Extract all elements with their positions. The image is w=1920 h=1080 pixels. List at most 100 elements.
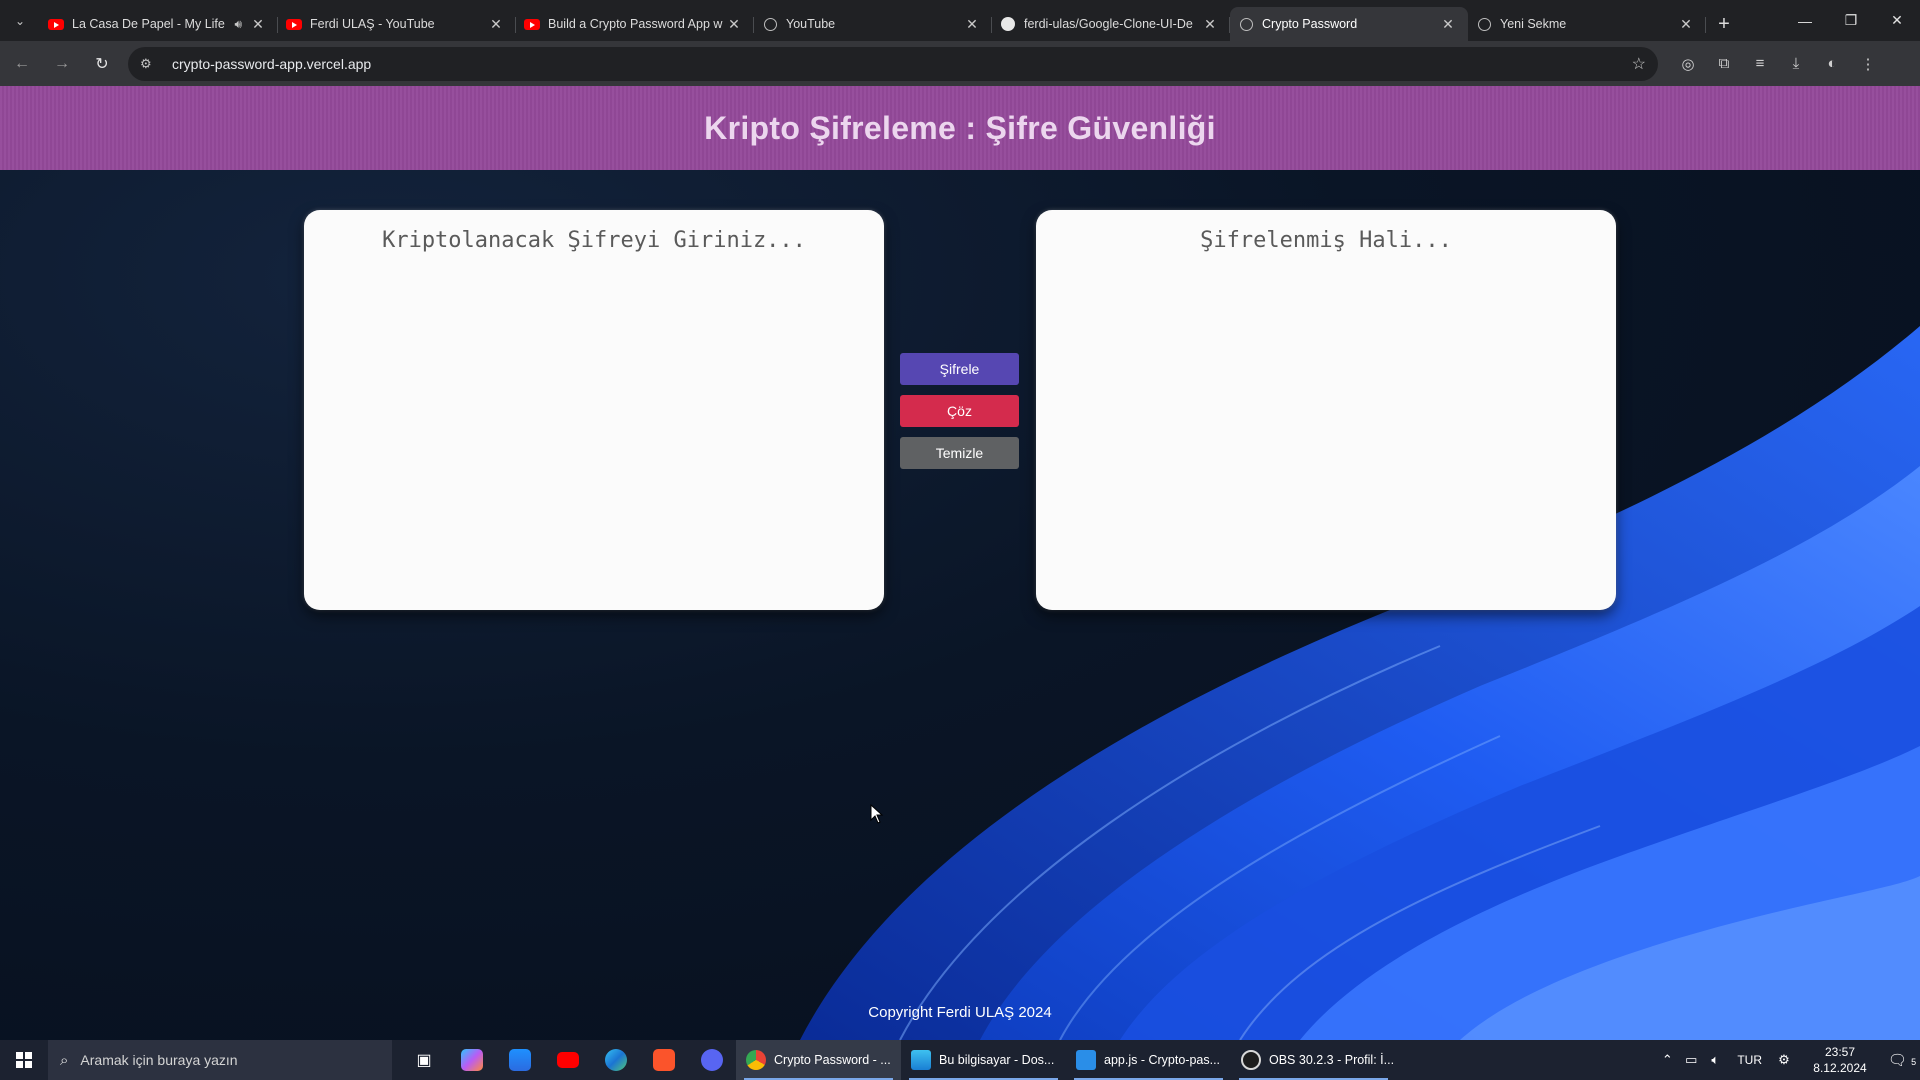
- bookmark-star-icon[interactable]: ☆: [1632, 54, 1646, 74]
- globe-icon: [762, 16, 778, 32]
- task-label: Bu bilgisayar - Dos...: [939, 1053, 1055, 1067]
- close-icon[interactable]: ✕: [964, 16, 980, 32]
- windows-logo-icon: [16, 1052, 32, 1068]
- tab-ferdi-ulas-youtube[interactable]: Ferdi ULAŞ - YouTube ✕: [278, 7, 516, 41]
- github-icon: [1000, 16, 1016, 32]
- tab-search-button[interactable]: ⌄: [0, 0, 40, 41]
- settings-gear-icon[interactable]: ⚙︎: [1772, 1052, 1796, 1068]
- close-icon[interactable]: ✕: [726, 16, 742, 32]
- brave-button[interactable]: [640, 1040, 688, 1080]
- profile-icon[interactable]: ◐: [1814, 46, 1850, 82]
- back-button[interactable]: ←: [4, 46, 40, 82]
- tab-title: Yeni Sekme: [1500, 17, 1567, 31]
- search-icon: ⌕: [60, 1051, 69, 1069]
- task-view-button[interactable]: ▣: [400, 1040, 448, 1080]
- output-card: [1036, 210, 1616, 610]
- youtube-icon: [48, 16, 64, 32]
- discord-icon: [701, 1049, 723, 1071]
- task-label: Crypto Password - ...: [774, 1053, 891, 1067]
- globe-icon: [1238, 16, 1254, 32]
- start-button[interactable]: [0, 1040, 48, 1080]
- file-explorer-icon: [911, 1050, 931, 1070]
- close-icon[interactable]: ✕: [488, 16, 504, 32]
- mouse-cursor-icon: [870, 804, 884, 824]
- media-control-icon[interactable]: ≡: [1742, 46, 1778, 82]
- tab-title: Ferdi ULAŞ - YouTube: [310, 17, 435, 31]
- new-tab-button[interactable]: +: [1706, 7, 1742, 41]
- close-icon[interactable]: ✕: [1202, 16, 1218, 32]
- taskbar-obs[interactable]: OBS 30.2.3 - Profil: İ...: [1231, 1040, 1396, 1080]
- task-label: app.js - Crypto-pas...: [1104, 1053, 1221, 1067]
- task-label: OBS 30.2.3 - Profil: İ...: [1269, 1053, 1395, 1067]
- address-bar[interactable]: ⚙︎ crypto-password-app.vercel.app ☆: [128, 46, 1658, 81]
- tab-title: La Casa De Papel - My Life: [72, 17, 225, 31]
- plus-icon: +: [1718, 12, 1730, 35]
- encrypted-output[interactable]: [1036, 210, 1616, 610]
- chrome-icon: [746, 1050, 766, 1070]
- page-header: Kripto Şifreleme : Şifre Güvenliği: [0, 86, 1920, 170]
- taskbar-file-explorer[interactable]: Bu bilgisayar - Dos...: [901, 1040, 1066, 1080]
- close-window-button[interactable]: ✕: [1874, 0, 1920, 41]
- speaker-icon[interactable]: 🔊︎: [234, 17, 242, 32]
- discord-button[interactable]: [688, 1040, 736, 1080]
- window-controls: — ❐ ✕: [1782, 0, 1920, 41]
- clock-date: 8.12.2024: [1813, 1061, 1867, 1075]
- tab-la-casa-de-papel[interactable]: La Casa De Papel - My Life 🔊︎ ✕: [40, 7, 278, 41]
- encrypt-button[interactable]: Şifrele: [900, 353, 1019, 385]
- notification-center-button[interactable]: 🗨︎ 5: [1884, 1051, 1920, 1069]
- clock-time: 23:57: [1824, 1045, 1856, 1059]
- store-button[interactable]: [496, 1040, 544, 1080]
- copilot-button[interactable]: [448, 1040, 496, 1080]
- tab-build-crypto-app[interactable]: Build a Crypto Password App w ✕: [516, 7, 754, 41]
- youtube-icon: [524, 16, 540, 32]
- input-card: [304, 210, 884, 610]
- tab-new-tab[interactable]: Yeni Sekme ✕: [1468, 7, 1706, 41]
- youtube-icon: [286, 16, 302, 32]
- site-info-icon[interactable]: ⚙︎: [140, 56, 162, 72]
- tab-github[interactable]: ferdi-ulas/Google-Clone-UI-De ✕: [992, 7, 1230, 41]
- web-page: Kripto Şifreleme : Şifre Güvenliği Şifre…: [0, 86, 1920, 1040]
- url-text[interactable]: crypto-password-app.vercel.app: [172, 56, 1632, 72]
- clear-button[interactable]: Temizle: [900, 437, 1019, 469]
- decrypt-button[interactable]: Çöz: [900, 395, 1019, 427]
- restore-button[interactable]: ❐: [1828, 0, 1874, 41]
- network-icon[interactable]: ▭: [1679, 1052, 1703, 1068]
- close-icon[interactable]: ✕: [1678, 16, 1694, 32]
- more-menu-icon[interactable]: ⋮: [1850, 46, 1886, 82]
- language-indicator[interactable]: TUR: [1737, 1053, 1762, 1067]
- forward-button[interactable]: →: [44, 46, 80, 82]
- taskbar-chrome[interactable]: Crypto Password - ...: [736, 1040, 901, 1080]
- extension-toolbar: ◎ ⧉ ≡ ⤓ ◐ ⋮: [1670, 46, 1886, 82]
- tab-youtube[interactable]: YouTube ✕: [754, 7, 992, 41]
- search-placeholder: Aramak için buraya yazın: [80, 1052, 238, 1068]
- extensions-icon[interactable]: ⧉: [1706, 46, 1742, 82]
- chevron-down-icon: ⌄: [14, 13, 26, 28]
- browser-toolbar: ← → ↻ ⚙︎ crypto-password-app.vercel.app …: [0, 41, 1920, 86]
- clock[interactable]: 23:57 8.12.2024: [1802, 1044, 1878, 1076]
- page-title: Kripto Şifreleme : Şifre Güvenliği: [704, 109, 1216, 146]
- task-view-icon: ▣: [416, 1052, 432, 1069]
- browser-tab-bar: ⌄ La Casa De Papel - My Life 🔊︎ ✕ Ferdi …: [0, 0, 1920, 41]
- tab-title: Crypto Password: [1262, 17, 1358, 31]
- windows-taskbar: ⌕ Aramak için buraya yazın ▣ Crypto Pass…: [0, 1040, 1920, 1080]
- close-icon[interactable]: ✕: [1440, 16, 1456, 32]
- taskbar-search[interactable]: ⌕ Aramak için buraya yazın: [48, 1040, 392, 1080]
- vscode-icon: [1076, 1050, 1096, 1070]
- password-input[interactable]: [304, 210, 884, 610]
- tab-crypto-password[interactable]: Crypto Password ✕: [1230, 7, 1468, 41]
- brave-icon: [653, 1049, 675, 1071]
- youtube-app-button[interactable]: [544, 1040, 592, 1080]
- close-icon[interactable]: ✕: [250, 16, 266, 32]
- record-icon[interactable]: ◎: [1670, 46, 1706, 82]
- chevron-up-icon[interactable]: ⌃: [1655, 1052, 1679, 1068]
- store-icon: [509, 1049, 531, 1071]
- taskbar-vscode[interactable]: app.js - Crypto-pas...: [1066, 1040, 1231, 1080]
- arrow-left-icon: ←: [14, 54, 30, 72]
- minimize-button[interactable]: —: [1782, 0, 1828, 41]
- download-icon[interactable]: ⤓: [1778, 46, 1814, 82]
- youtube-icon: [557, 1052, 579, 1068]
- volume-icon[interactable]: 🔈︎: [1703, 1052, 1727, 1068]
- reload-button[interactable]: ↻: [84, 46, 120, 82]
- edge-button[interactable]: [592, 1040, 640, 1080]
- copilot-icon: [461, 1049, 483, 1071]
